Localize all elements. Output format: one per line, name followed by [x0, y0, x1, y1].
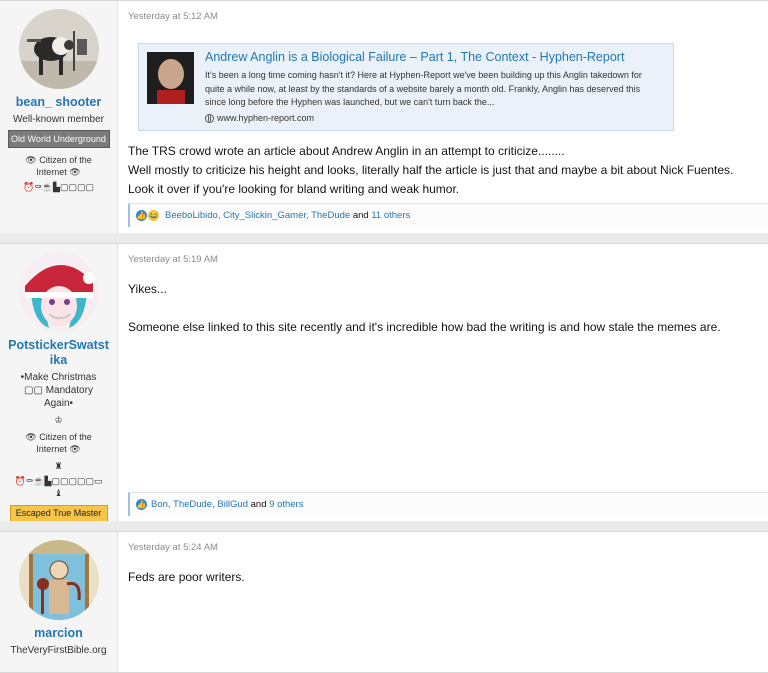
link-title[interactable]: Andrew Anglin is a Biological Failure – …	[205, 50, 624, 64]
username[interactable]: bean_ shooter	[0, 95, 117, 110]
user-extra: 👁 Citizen of the Internet 👁	[25, 155, 92, 177]
post-main: Yesterday at 5:12 AM Andrew Anglin is a …	[119, 1, 768, 234]
santa-icon: ♔	[54, 415, 63, 425]
post-date[interactable]: Yesterday at 5:19 AM	[128, 254, 218, 265]
user-extra: 👁 Citizen of the Internet 👁	[25, 432, 92, 454]
avatar[interactable]	[18, 252, 99, 332]
post-date[interactable]: Yesterday at 5:24 AM	[128, 542, 218, 553]
reactions-bar[interactable]: 👍 Bon, TheDude, BillGud and 9 others	[128, 492, 768, 516]
post-date[interactable]: Yesterday at 5:12 AM	[128, 11, 218, 22]
user-panel: marcion TheVeryFirstBible.org	[0, 532, 118, 672]
thread: bean_ shooter Well-known member Old Worl…	[0, 0, 768, 673]
user-title: •Make Christmas ▢▢ Mandatory Again•	[20, 372, 97, 409]
globe-icon	[205, 113, 214, 123]
post: bean_ shooter Well-known member Old Worl…	[0, 0, 768, 235]
post-line: Someone else linked to this site recentl…	[128, 320, 721, 334]
reactions-bar[interactable]: 👍 😂 BeeboLibido, City_Slickin_Gamer, The…	[128, 203, 768, 227]
reaction-names[interactable]: Bon, TheDude, BillGud and 9 others	[151, 499, 303, 510]
post-divider	[0, 521, 768, 531]
hat-icon: ♜	[54, 461, 63, 471]
like-icon: 👍	[136, 210, 147, 221]
post-line: Look it over if you're looking for bland…	[128, 182, 460, 196]
post-main: Yesterday at 5:19 AM Yikes... Someone el…	[119, 244, 768, 522]
username[interactable]: PotstickerSwatstika	[7, 338, 111, 368]
post-line: Feds are poor writers.	[128, 570, 245, 584]
user-title: TheVeryFirstBible.org	[10, 645, 107, 656]
link-thumbnail	[147, 52, 194, 104]
link-description: It's been a long time coming hasn't it? …	[205, 70, 642, 107]
post-body: Feds are poor writers.	[128, 568, 245, 587]
user-panel: bean_ shooter Well-known member Old Worl…	[0, 1, 118, 234]
post-body: Yikes... Someone else linked to this sit…	[128, 280, 721, 337]
user-banner: Old World Underground	[7, 130, 110, 148]
link-preview[interactable]: Andrew Anglin is a Biological Failure – …	[138, 43, 674, 131]
post-line: The TRS crowd wrote an article about And…	[128, 144, 565, 158]
reaction-names[interactable]: BeeboLibido, City_Slickin_Gamer, TheDude…	[165, 210, 410, 221]
link-source-url: www.hyphen-report.com	[217, 113, 315, 123]
post-body: The TRS crowd wrote an article about And…	[128, 142, 733, 199]
avatar[interactable]	[18, 540, 99, 620]
post: PotstickerSwatstika •Make Christmas ▢▢ M…	[0, 243, 768, 523]
like-icon: 👍	[136, 499, 147, 510]
user-icons: ⏰⚰☕▙▢▢▢▢▢▭♝	[14, 476, 103, 498]
user-icons: ⏰⚰☕▙▢▢▢▢	[23, 182, 94, 192]
post-line: Well mostly to criticize his height and …	[128, 163, 734, 177]
haha-icon: 😂	[148, 210, 159, 221]
post-main: Yesterday at 5:24 AM Feds are poor write…	[119, 532, 768, 672]
post: marcion TheVeryFirstBible.org Yesterday …	[0, 531, 768, 673]
post-divider	[0, 233, 768, 243]
avatar[interactable]	[18, 9, 99, 89]
user-banner: Escaped True Master	[9, 505, 108, 522]
user-panel: PotstickerSwatstika •Make Christmas ▢▢ M…	[0, 244, 118, 522]
post-line: Yikes...	[128, 282, 167, 296]
link-source: www.hyphen-report.com	[205, 113, 314, 123]
user-title: Well-known member	[13, 114, 104, 125]
username[interactable]: marcion	[0, 626, 117, 641]
